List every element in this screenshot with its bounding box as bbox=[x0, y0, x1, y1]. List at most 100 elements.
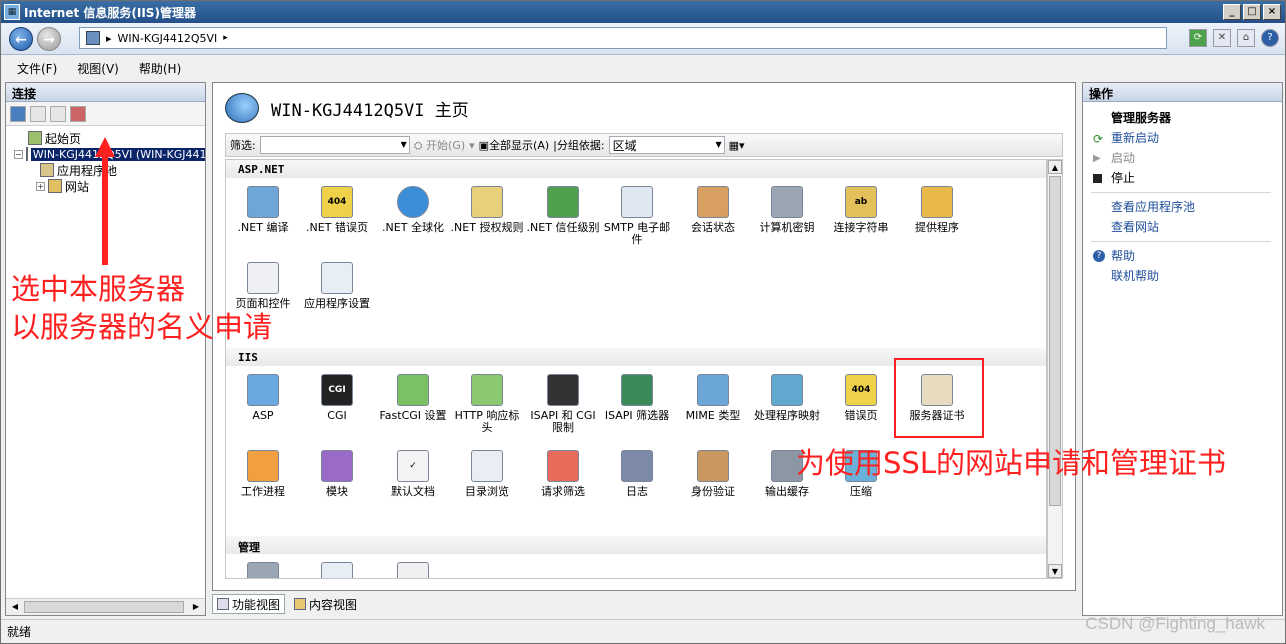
show-all-button[interactable]: ▣全部显示(A) bbox=[479, 137, 550, 153]
feature-modules[interactable]: 模块 bbox=[300, 450, 374, 498]
log-icon bbox=[621, 450, 653, 482]
feature-cgi[interactable]: CGI CGI bbox=[300, 374, 374, 422]
session-icon bbox=[697, 186, 729, 218]
feature-machine-key[interactable]: 计算机密钥 bbox=[750, 186, 824, 234]
breadcrumb[interactable]: ▸ WIN-KGJ4412Q5VI ▸ bbox=[79, 27, 1167, 49]
feature-smtp-email[interactable]: SMTP 电子邮件 bbox=[600, 186, 674, 246]
features-vscrollbar[interactable]: ▲ ▼ bbox=[1047, 159, 1063, 579]
view-sites-link[interactable]: 查看网站 bbox=[1091, 217, 1282, 237]
feature-providers[interactable]: 提供程序 bbox=[900, 186, 974, 234]
forward-button[interactable]: → bbox=[37, 27, 61, 51]
disconnect-icon[interactable] bbox=[70, 105, 86, 122]
feature-asp[interactable]: ASP bbox=[226, 374, 300, 422]
feature-request-filtering[interactable]: 请求筛选 bbox=[526, 450, 600, 498]
tab-content-view[interactable]: 内容视图 bbox=[289, 594, 362, 614]
save-icon[interactable] bbox=[30, 105, 46, 122]
help-icon: ? bbox=[1093, 250, 1105, 262]
up-icon[interactable] bbox=[50, 105, 66, 122]
feature-connection-strings[interactable]: ab 连接字符串 bbox=[824, 186, 898, 234]
home-icon[interactable]: ⌂ bbox=[1237, 29, 1255, 47]
dropdown-icon: ▼ bbox=[400, 140, 407, 149]
feature-mime-types[interactable]: MIME 类型 bbox=[676, 374, 750, 422]
pages-icon bbox=[247, 262, 279, 294]
feature-authentication[interactable]: 身份验证 bbox=[676, 450, 750, 498]
view-toggle-button[interactable]: ▦▾ bbox=[729, 139, 745, 152]
menu-view[interactable]: 视图(V) bbox=[77, 60, 119, 77]
connections-hscrollbar[interactable]: ◀ ▶ bbox=[6, 598, 205, 615]
window-title: Internet 信息服务(IIS)管理器 bbox=[24, 5, 196, 20]
feature-directory-browsing[interactable]: 目录浏览 bbox=[450, 450, 524, 498]
tree-item-sites[interactable]: + 网站 bbox=[12, 178, 205, 194]
feature-error-pages[interactable]: 404 错误页 bbox=[824, 374, 898, 422]
start-filter-button[interactable]: ⛭ 开始(G) bbox=[414, 137, 465, 153]
feature-default-document[interactable]: ✓ 默认文档 bbox=[376, 450, 450, 498]
feature-worker-processes[interactable]: 工作进程 bbox=[226, 450, 300, 498]
breadcrumb-server[interactable]: WIN-KGJ4412Q5VI bbox=[118, 32, 218, 45]
feature-net-globalization[interactable]: .NET 全球化 bbox=[376, 186, 450, 234]
feature-pages-controls[interactable]: 页面和控件 bbox=[226, 262, 300, 310]
menu-help[interactable]: 帮助(H) bbox=[139, 60, 181, 77]
help-link[interactable]: ? 帮助 bbox=[1091, 246, 1282, 266]
restart-action[interactable]: ⟳ 重新启动 bbox=[1091, 128, 1282, 148]
fastcgi-icon bbox=[397, 374, 429, 406]
feature-manage-partial[interactable] bbox=[376, 562, 450, 578]
back-button[interactable]: ← bbox=[9, 27, 33, 51]
filter-icon bbox=[621, 374, 653, 406]
feature-net-error-pages[interactable]: 404 .NET 错误页 bbox=[300, 186, 374, 234]
close-button[interactable]: × bbox=[1263, 4, 1281, 20]
help-icon[interactable]: ? bbox=[1261, 29, 1279, 47]
providers-icon bbox=[921, 186, 953, 218]
feature-handler-mappings[interactable]: 处理程序映射 bbox=[750, 374, 824, 422]
stop-action[interactable]: 停止 bbox=[1091, 168, 1282, 188]
stop-icon bbox=[1093, 174, 1102, 183]
actions-header: 操作 bbox=[1083, 83, 1282, 102]
asp-icon bbox=[247, 374, 279, 406]
email-icon bbox=[621, 186, 653, 218]
feature-isapi-cgi-restrictions[interactable]: ISAPI 和 CGI 限制 bbox=[526, 374, 600, 434]
feature-net-authorization[interactable]: .NET 授权规则 bbox=[450, 186, 524, 234]
scroll-left-icon[interactable]: ◀ bbox=[8, 601, 22, 613]
refresh-icon[interactable]: ⟳ bbox=[1189, 29, 1207, 47]
group-by-select[interactable]: 区域 ▼ bbox=[608, 136, 725, 154]
view-app-pools-link[interactable]: 查看应用程序池 bbox=[1091, 197, 1282, 217]
feature-http-headers[interactable]: HTTP 响应标头 bbox=[450, 374, 524, 434]
expand-icon[interactable]: + bbox=[36, 181, 45, 191]
feature-net-trust-levels[interactable]: .NET 信任级别 bbox=[526, 186, 600, 234]
directory-icon bbox=[471, 450, 503, 482]
feature-manage-partial[interactable] bbox=[226, 562, 300, 578]
scroll-up-icon[interactable]: ▲ bbox=[1048, 160, 1062, 174]
feature-manage-partial[interactable] bbox=[300, 562, 374, 578]
globe-icon bbox=[397, 186, 429, 218]
stop-icon[interactable]: ✕ bbox=[1213, 29, 1231, 47]
http-headers-icon bbox=[471, 374, 503, 406]
scroll-right-icon[interactable]: ▶ bbox=[189, 601, 203, 613]
start-icon: ▶ bbox=[1093, 153, 1101, 164]
feature-net-compilation[interactable]: .NET 编译 bbox=[226, 186, 300, 234]
minimize-button[interactable]: _ bbox=[1223, 4, 1241, 20]
maximize-button[interactable]: □ bbox=[1243, 4, 1261, 20]
feature-session-state[interactable]: 会话状态 bbox=[676, 186, 750, 234]
settings-list-icon bbox=[321, 562, 353, 578]
highlight-server-certificates bbox=[894, 358, 984, 438]
feature-isapi-filters[interactable]: ISAPI 筛选器 bbox=[600, 374, 674, 422]
features-view-icon bbox=[217, 598, 229, 610]
tab-features-view[interactable]: 功能视图 bbox=[212, 594, 286, 614]
menu-file[interactable]: 文件(F) bbox=[17, 60, 57, 77]
scroll-down-icon[interactable]: ▼ bbox=[1048, 564, 1062, 578]
connect-icon[interactable] bbox=[10, 105, 26, 122]
filter-input[interactable]: ▼ bbox=[259, 136, 410, 154]
group-by-label: |分组依据: bbox=[553, 139, 605, 152]
connections-toolbar bbox=[6, 102, 205, 126]
online-help-link[interactable]: 联机帮助 bbox=[1091, 266, 1282, 286]
collapse-icon[interactable]: − bbox=[14, 149, 23, 159]
feature-app-settings[interactable]: 应用程序设置 bbox=[300, 262, 374, 310]
server-home-icon bbox=[225, 93, 259, 123]
mime-icon bbox=[697, 374, 729, 406]
feature-logging[interactable]: 日志 bbox=[600, 450, 674, 498]
scroll-thumb[interactable] bbox=[24, 601, 184, 613]
section-aspnet: ASP.NET bbox=[226, 160, 1046, 178]
tree-item-app-pools[interactable]: 应用程序池 bbox=[12, 162, 205, 178]
error-404-icon: 404 bbox=[845, 374, 877, 406]
error-404-icon: 404 bbox=[321, 186, 353, 218]
feature-fastcgi[interactable]: FastCGI 设置 bbox=[376, 374, 450, 422]
